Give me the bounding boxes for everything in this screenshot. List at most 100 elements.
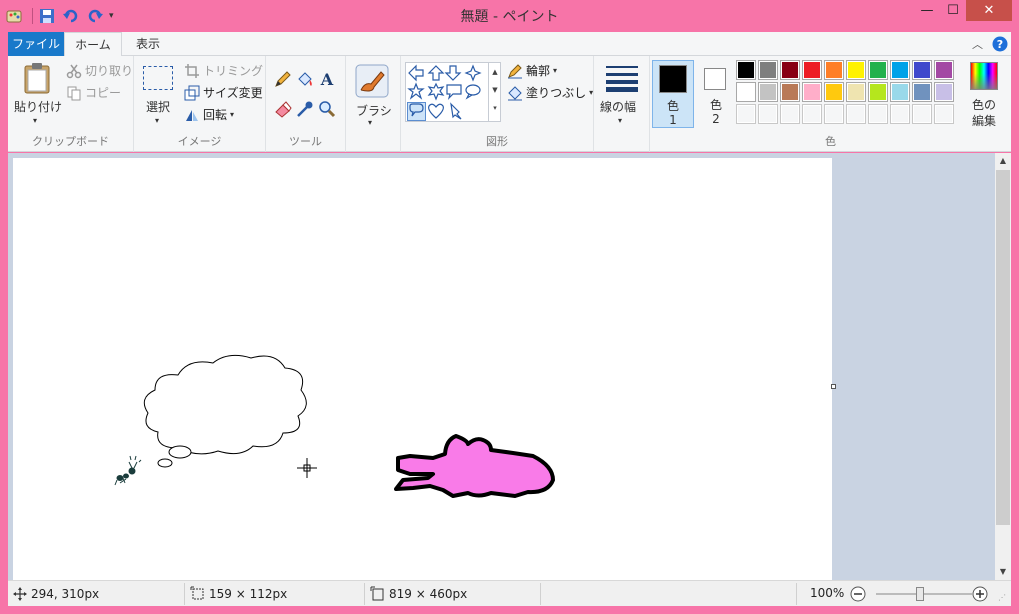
palette-swatch-fill bbox=[826, 106, 842, 122]
palette-swatch[interactable] bbox=[758, 60, 778, 80]
resize-button[interactable]: サイズ変更 bbox=[184, 84, 263, 101]
scroll-thumb[interactable] bbox=[996, 170, 1010, 525]
scroll-down-icon[interactable]: ▼ bbox=[995, 564, 1011, 580]
palette-swatch[interactable] bbox=[912, 60, 932, 80]
palette-swatch-fill bbox=[936, 84, 952, 100]
palette-swatch[interactable] bbox=[758, 82, 778, 102]
palette-swatch[interactable] bbox=[868, 60, 888, 80]
canvas-resize-handle[interactable] bbox=[831, 384, 836, 389]
select-label: 選択 bbox=[146, 100, 171, 114]
palette-swatch[interactable] bbox=[868, 104, 888, 124]
rotate-button[interactable]: 回転 ▾ bbox=[184, 106, 234, 123]
palette-swatch-fill bbox=[826, 62, 842, 78]
tab-file[interactable]: ファイル bbox=[8, 32, 64, 56]
tab-home[interactable]: ホーム bbox=[64, 32, 122, 57]
palette-swatch-fill bbox=[804, 84, 820, 100]
drawing-canvas[interactable] bbox=[13, 158, 832, 580]
zoom-slider[interactable] bbox=[876, 587, 972, 601]
palette-swatch-fill bbox=[738, 84, 754, 100]
palette-swatch[interactable] bbox=[890, 82, 910, 102]
color1-button[interactable]: 色 1 bbox=[652, 60, 694, 128]
paste-button[interactable]: 貼り付け ▾ bbox=[14, 60, 62, 130]
line-width-icon bbox=[606, 66, 638, 92]
copy-button[interactable]: コピー bbox=[66, 84, 121, 101]
palette-swatch[interactable] bbox=[846, 82, 866, 102]
brushes-button[interactable]: ブラシ ▾ bbox=[350, 60, 394, 130]
ribbon: 貼り付け ▾ 切り取り コピー クリップボード 選択 ▾ トリミング サイズ変更… bbox=[8, 56, 1011, 152]
palette-swatch[interactable] bbox=[912, 82, 932, 102]
palette-swatch[interactable] bbox=[802, 60, 822, 80]
zoom-in-icon[interactable] bbox=[972, 586, 988, 602]
palette-swatch[interactable] bbox=[824, 60, 844, 80]
palette-swatch-fill bbox=[936, 62, 952, 78]
palette-swatch-fill bbox=[782, 62, 798, 78]
select-dropdown-icon: ▾ bbox=[155, 116, 160, 125]
palette-swatch[interactable] bbox=[802, 82, 822, 102]
palette-swatch-fill bbox=[848, 84, 864, 100]
crop-icon bbox=[185, 63, 199, 78]
palette-swatch[interactable] bbox=[736, 82, 756, 102]
shapes-group: ▲ ▼ ▾ 輪郭 ▾ 塗りつぶし ▾ 図形 bbox=[400, 56, 594, 152]
palette-swatch[interactable] bbox=[846, 60, 866, 80]
size-button[interactable]: 線の幅 ▾ bbox=[598, 62, 646, 130]
scroll-up-icon[interactable]: ▲ bbox=[995, 153, 1011, 169]
palette-swatch[interactable] bbox=[824, 82, 844, 102]
vertical-scrollbar[interactable]: ▲ ▼ bbox=[995, 153, 1011, 580]
zoom-out-icon[interactable] bbox=[850, 586, 866, 602]
close-button[interactable]: ✕ bbox=[966, 0, 1012, 21]
eraser-icon[interactable] bbox=[274, 100, 292, 118]
pencil-icon[interactable] bbox=[274, 70, 292, 88]
help-icon[interactable]: ? bbox=[992, 36, 1008, 52]
color2-button[interactable]: 色 2 bbox=[696, 60, 736, 128]
thought-bubble bbox=[143, 354, 307, 468]
palette-swatch[interactable] bbox=[934, 82, 954, 102]
cut-button[interactable]: 切り取り bbox=[66, 62, 133, 79]
palette-swatch-fill bbox=[914, 106, 930, 122]
cursor-position: 294, 310px bbox=[12, 586, 99, 602]
palette-swatch[interactable] bbox=[736, 104, 756, 124]
zoom-slider-thumb[interactable] bbox=[916, 587, 924, 601]
canvas-workspace bbox=[8, 153, 995, 580]
palette-swatch[interactable] bbox=[758, 104, 778, 124]
palette-swatch[interactable] bbox=[934, 60, 954, 80]
collapse-ribbon-icon[interactable]: ︿ bbox=[972, 36, 983, 52]
shapes-scroll[interactable]: ▲ ▼ ▾ bbox=[488, 63, 501, 121]
minimize-button[interactable]: — bbox=[914, 0, 940, 21]
crop-button[interactable]: トリミング bbox=[184, 62, 263, 79]
palette-swatch-fill bbox=[782, 106, 798, 122]
palette-swatch[interactable] bbox=[780, 60, 800, 80]
rotate-icon bbox=[186, 109, 198, 121]
palette-swatch[interactable] bbox=[736, 60, 756, 80]
palette-swatch[interactable] bbox=[912, 104, 932, 124]
palette-swatch[interactable] bbox=[934, 104, 954, 124]
color1-swatch bbox=[659, 65, 687, 93]
palette-swatch-fill bbox=[826, 84, 842, 100]
palette-swatch[interactable] bbox=[802, 104, 822, 124]
text-icon[interactable]: A bbox=[318, 70, 336, 88]
magnifier-icon[interactable] bbox=[318, 100, 336, 118]
shapes-gallery: ▲ ▼ ▾ bbox=[405, 62, 501, 122]
shapes-group-label: 図形 bbox=[486, 135, 508, 148]
shape-gallery-icons[interactable] bbox=[407, 64, 491, 122]
brush-icon bbox=[355, 64, 389, 98]
scissors-icon bbox=[66, 64, 82, 78]
edit-colors-button[interactable]: 色の 編集 bbox=[962, 60, 1006, 130]
maximize-button[interactable]: ☐ bbox=[940, 0, 966, 21]
color2-number: 2 bbox=[712, 112, 720, 126]
select-button[interactable]: 選択 ▾ bbox=[140, 64, 178, 130]
outline-button[interactable]: 輪郭 ▾ bbox=[507, 62, 557, 79]
palette-swatch[interactable] bbox=[780, 82, 800, 102]
palette-swatch-fill bbox=[782, 84, 798, 100]
color-picker-icon[interactable] bbox=[296, 100, 314, 118]
palette-swatch-fill bbox=[760, 106, 776, 122]
palette-swatch[interactable] bbox=[780, 104, 800, 124]
palette-swatch[interactable] bbox=[890, 60, 910, 80]
resize-grip-icon[interactable]: ⋰ bbox=[998, 593, 1006, 602]
palette-swatch[interactable] bbox=[890, 104, 910, 124]
palette-swatch[interactable] bbox=[824, 104, 844, 124]
tab-view[interactable]: 表示 bbox=[122, 32, 174, 56]
palette-swatch[interactable] bbox=[868, 82, 888, 102]
fill-button[interactable]: 塗りつぶし ▾ bbox=[507, 84, 593, 101]
palette-swatch[interactable] bbox=[846, 104, 866, 124]
fill-bucket-icon[interactable] bbox=[296, 70, 314, 88]
